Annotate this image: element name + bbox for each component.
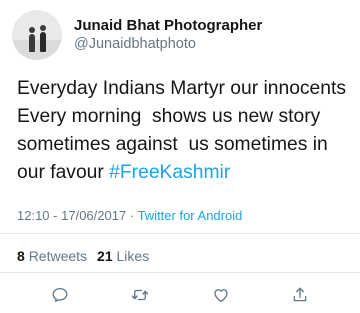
display-name[interactable]: Junaid Bhat Photographer: [74, 16, 262, 35]
likes-count: 21: [97, 248, 113, 264]
user-names: Junaid Bhat Photographer @Junaidbhatphot…: [74, 16, 262, 54]
likes-label: Likes: [116, 248, 150, 264]
reply-button[interactable]: [49, 284, 71, 306]
share-button[interactable]: [289, 284, 311, 306]
tweet-meta: 12:10 - 17/06/2017 · Twitter for Android: [17, 208, 242, 224]
retweet-icon: [131, 289, 149, 301]
reply-icon: [52, 287, 68, 303]
tweet-time: 12:10: [17, 208, 50, 223]
like-button[interactable]: [210, 284, 232, 306]
avatar-figure: [40, 32, 46, 52]
tweet-actions: [0, 284, 360, 306]
tweet-stats: 8 Retweets 21 Likes: [17, 247, 149, 265]
avatar-figure-head: [40, 25, 46, 31]
tweet-line: Everyday Indians Martyr our innocents: [17, 78, 347, 99]
retweet-button[interactable]: [129, 284, 151, 306]
avatar-ground: [12, 40, 62, 60]
avatar-figure-head: [29, 27, 35, 33]
retweets-count: 8: [17, 248, 25, 264]
user-handle[interactable]: @Junaidbhatphoto: [74, 35, 262, 54]
tweet-line-text: our favour: [17, 162, 110, 183]
tweet-line-last: our favour #FreeKashmir: [17, 159, 353, 187]
retweets-label: Retweets: [28, 248, 88, 264]
heart-icon: [214, 289, 228, 303]
divider: [0, 233, 360, 234]
meta-separator: -: [53, 208, 62, 223]
tweet-text: Everyday Indians Martyr our innocents Ev…: [17, 75, 353, 187]
divider: [0, 272, 360, 273]
retweets-stat[interactable]: 8 Retweets: [17, 248, 87, 264]
tweet-date: 17/06/2017: [61, 208, 127, 223]
avatar[interactable]: [12, 10, 62, 60]
tweet-source-link[interactable]: Twitter for Android: [138, 208, 243, 223]
tweet-header: Junaid Bhat Photographer @Junaidbhatphot…: [12, 10, 262, 60]
likes-stat[interactable]: 21 Likes: [97, 248, 149, 264]
hashtag-link[interactable]: #FreeKashmir: [109, 162, 230, 183]
meta-separator: ·: [129, 208, 135, 223]
avatar-figure: [29, 34, 35, 52]
tweet-line: sometimes against us sometimes in: [17, 134, 328, 155]
share-icon: [293, 287, 307, 302]
tweet-line: Every morning shows us new story: [17, 106, 321, 127]
